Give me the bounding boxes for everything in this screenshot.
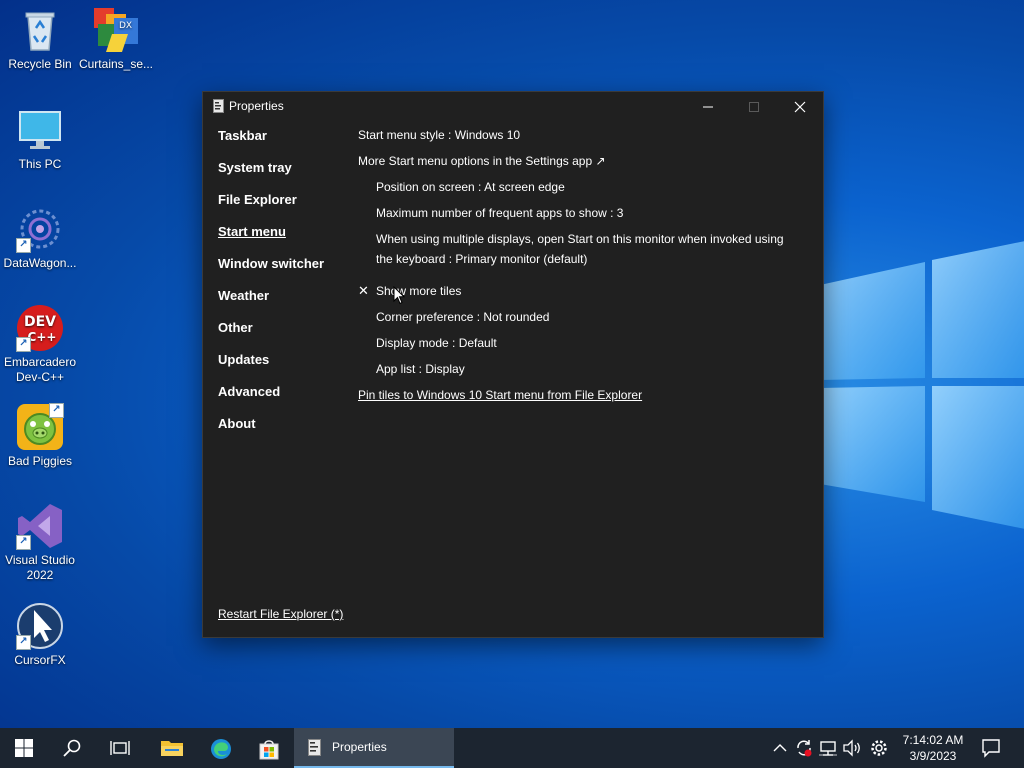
svg-text:DX: DX [119,21,132,31]
desktop-icon-label: Visual Studio 2022 [5,553,75,582]
shortcut-arrow-icon: ↗ [16,337,31,352]
volume-icon[interactable] [842,738,862,758]
nav-item-weather[interactable]: Weather [218,288,348,320]
desktop-icon-bad-piggies[interactable]: ↗ Bad Piggies [0,403,80,469]
task-view-icon [110,741,130,755]
setting-more-options-link[interactable]: More Start menu options in the Settings … [358,151,808,177]
store-bag-icon [259,740,279,760]
nav-item-system-tray[interactable]: System tray [218,160,348,192]
monitor-icon [19,111,61,149]
windows-start-icon [15,739,33,757]
task-view-button[interactable] [96,728,144,768]
store-taskbar-button[interactable] [244,728,292,768]
sync-update-icon[interactable] [794,738,814,758]
setting-show-more-tiles-label: Show more tiles [376,284,462,298]
show-hidden-icons-chevron-icon[interactable] [770,738,790,758]
edge-browser-icon [211,739,231,759]
minimize-button[interactable] [685,92,731,122]
nav-item-other[interactable]: Other [218,320,348,352]
shortcut-arrow-icon: ↗ [49,403,64,418]
desktop-icon-recycle-bin[interactable]: Recycle Bin [0,6,80,72]
clock-time: 7:14:02 AM [902,733,964,747]
nav-item-file-explorer[interactable]: File Explorer [218,192,348,224]
restart-file-explorer-link[interactable]: Restart File Explorer (*) [218,607,343,621]
windows-logo-wallpaper [820,241,1024,529]
setting-position-on-screen[interactable]: Position on screen : At screen edge [358,177,808,203]
mouse-pointer-icon [393,286,405,305]
nav-item-taskbar[interactable]: Taskbar [218,128,348,160]
action-center-notification-icon[interactable] [978,737,1004,759]
shortcut-arrow-icon: ↗ [16,238,31,253]
minimize-icon [703,106,713,108]
dev-badge-top: DEV [24,314,56,330]
close-icon [794,101,806,113]
file-explorer-taskbar-button[interactable] [146,728,194,768]
desktop-icon-visual-studio[interactable]: ↗ Visual Studio 2022 [0,502,80,583]
checkbox-checked-icon[interactable]: ✕ [358,281,369,301]
close-button[interactable] [777,92,823,122]
shortcut-arrow-icon: ↗ [16,635,31,650]
start-button[interactable] [0,728,48,768]
nav-item-window-switcher[interactable]: Window switcher [218,256,348,288]
setting-max-frequent-apps[interactable]: Maximum number of frequent apps to show … [358,203,808,229]
pin-tiles-link[interactable]: Pin tiles to Windows 10 Start menu from … [358,385,808,411]
dev-badge-bottom: C++ [28,330,57,344]
desktop-icon-label: Recycle Bin [8,57,72,71]
desktop-icon-label: This PC [18,157,62,171]
desktop-icon-label: DataWagon... [3,256,77,270]
setting-corner-preference[interactable]: Corner preference : Not rounded [358,307,808,333]
nav-item-advanced[interactable]: Advanced [218,384,348,416]
setting-multiple-displays-line2: the keyboard : Primary monitor (default) [376,252,588,266]
desktop-icon-curtains[interactable]: DX Curtains_se... [76,6,156,72]
setting-multiple-displays[interactable]: When using multiple displays, open Start… [358,229,808,281]
maximize-button [731,92,777,122]
setting-display-mode[interactable]: Display mode : Default [358,333,808,359]
nav-item-start-menu[interactable]: Start menu [218,224,348,256]
desktop-icon-datawagon[interactable]: ↗ DataWagon... [0,205,80,271]
properties-window: Properties Taskbar System tray File Expl… [202,91,824,638]
taskbar-item-properties[interactable]: Properties [294,728,454,768]
desktop-icon-label: CursorFX [14,653,66,667]
system-clock[interactable]: 7:14:02 AM 3/9/2023 [895,732,971,764]
gear-icon[interactable] [869,738,889,758]
desktop-icon-label: Embarcadero Dev-C++ [3,355,77,384]
desktop-icon-label: Bad Piggies [7,454,73,468]
shortcut-arrow-icon: ↗ [16,535,31,550]
search-icon [63,739,81,757]
start-menu-settings: Start menu style : Windows 10 More Start… [358,125,808,411]
properties-app-icon [213,99,224,113]
setting-app-list[interactable]: App list : Display [358,359,808,385]
desktop-icon-cursorfx[interactable]: ↗ CursorFX [0,602,80,668]
desktop-icon-label: Curtains_se... [78,57,154,71]
window-title: Properties [229,99,284,113]
setting-show-more-tiles[interactable]: ✕ Show more tiles [358,281,808,307]
recycle-bin-icon [25,12,55,51]
search-button[interactable] [48,728,96,768]
desktop-icon-this-pc[interactable]: This PC [0,106,80,172]
folder-icon [161,741,183,756]
maximize-icon [749,102,759,112]
clock-date: 3/9/2023 [909,749,957,763]
taskbar: Properties 7:14:02 AM 3/9/2023 [0,728,1024,768]
nav-item-updates[interactable]: Updates [218,352,348,384]
setting-start-menu-style[interactable]: Start menu style : Windows 10 [358,125,808,151]
nav-item-about[interactable]: About [218,416,348,448]
title-bar[interactable]: Properties [203,92,823,122]
network-icon[interactable] [818,738,838,758]
curtains-app-icon: DX [94,8,138,52]
setting-multiple-displays-line1: When using multiple displays, open Start… [376,232,784,246]
desktop-icon-dev-cpp[interactable]: DEV C++ ↗ Embarcadero Dev-C++ [0,304,80,385]
properties-app-icon [308,739,321,756]
section-nav: Taskbar System tray File Explorer Start … [218,128,348,448]
taskbar-item-label: Properties [332,740,387,754]
edge-taskbar-button[interactable] [196,728,244,768]
